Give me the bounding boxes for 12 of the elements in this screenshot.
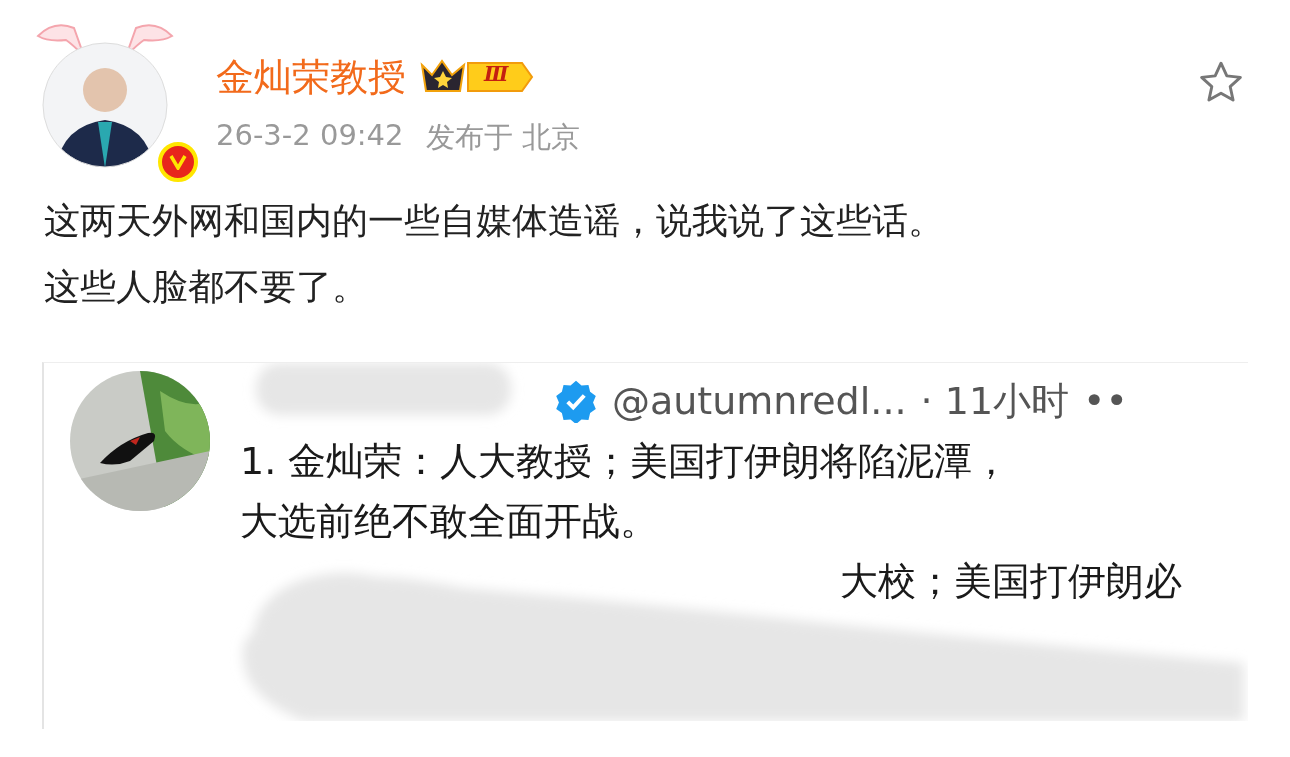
quoted-text: 大校；美国打伊朗必 [839,558,1182,605]
verified-check-icon [554,379,598,423]
post-age: · 11小时 [920,378,1070,425]
post-text: 这些人脸都不要了。 [44,265,368,309]
post-time: 26-3-2 09:42 [216,118,404,154]
account-handle[interactable]: @autumnredl... [612,371,907,431]
level-number: Ⅲ [484,62,509,86]
more-icon[interactable]: •• [1083,371,1128,431]
post-text: 这两天外网和国内的一些自媒体造谣，说我说了这些话。 [44,199,944,243]
post-location: 发布于 北京 [425,119,580,156]
quoted-text: 大选前绝不敢全面开战。 [240,498,659,545]
quoted-text: 1. 金灿荣：人大教授；美国打伊朗将陷泥潭， [240,438,1012,485]
